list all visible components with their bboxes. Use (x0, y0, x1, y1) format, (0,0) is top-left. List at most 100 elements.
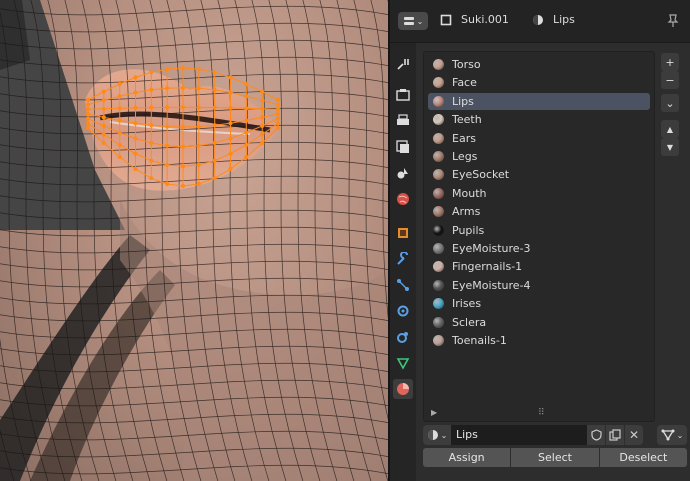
object-square-icon (398, 228, 408, 238)
resize-grip-icon[interactable]: ⠿ (538, 408, 546, 418)
material-slot-label: Teeth (452, 113, 482, 127)
tab-constraints[interactable] (393, 327, 413, 347)
add-slot-button[interactable]: + (661, 53, 679, 71)
mesh-data-icon (396, 358, 410, 370)
move-slot-up-button[interactable]: ▲ (661, 120, 679, 138)
material-slot-label: EyeSocket (452, 168, 510, 182)
mesh-link-icon (661, 429, 675, 441)
slot-action-row: Assign Select Deselect (423, 448, 687, 467)
material-slot-item[interactable]: Mouth (428, 185, 650, 202)
material-preview-icon (433, 77, 444, 89)
link-type-button[interactable]: ⌄ (657, 425, 687, 445)
material-icon (427, 430, 438, 440)
move-slot-down-button[interactable]: ▼ (661, 138, 679, 156)
unlink-material-button[interactable]: ✕ (625, 425, 643, 445)
material-slot-item[interactable]: Sclera (428, 314, 650, 331)
material-slot-item[interactable]: Ears (428, 130, 650, 147)
material-icon (397, 383, 409, 395)
editor-type-button[interactable]: ⌄ (398, 12, 428, 30)
material-slot-label: Face (452, 76, 477, 90)
material-slot-label: Pupils (452, 223, 485, 237)
deselect-button[interactable]: Deselect (599, 448, 687, 467)
arrow-up-icon: ▲ (666, 124, 674, 134)
browse-material-button[interactable]: ⌄ (423, 425, 451, 445)
material-slot-label: Toenails-1 (452, 334, 507, 347)
neck-shading (120, 200, 388, 481)
printer-icon (397, 114, 409, 125)
material-preview-icon (433, 206, 444, 218)
expand-triangle-icon[interactable]: ▶ (431, 408, 437, 417)
tab-data[interactable] (393, 353, 413, 373)
tab-particles[interactable] (393, 275, 413, 295)
tab-scene[interactable] (393, 163, 413, 183)
tab-render[interactable] (393, 85, 413, 105)
material-slot-item[interactable]: Fingernails-1 (428, 258, 650, 275)
tab-tool[interactable] (393, 54, 413, 74)
material-slot-item[interactable]: EyeMoisture-3 (428, 240, 650, 257)
tab-modifiers[interactable] (393, 249, 413, 269)
mesh-wireframe (0, 0, 388, 481)
material-slot-item[interactable]: Legs (428, 148, 650, 165)
material-slot-label: EyeMoisture-3 (452, 242, 531, 255)
material-slot-item[interactable]: Toenails-1 (428, 332, 650, 349)
material-preview-icon (433, 114, 444, 126)
material-breadcrumb-name: Lips (553, 13, 575, 26)
assign-button[interactable]: Assign (423, 448, 511, 467)
wrench-icon (397, 252, 408, 265)
material-slot-item[interactable]: Teeth (428, 111, 650, 128)
tab-physics[interactable] (393, 301, 413, 321)
material-slot-label: Mouth (452, 186, 487, 200)
shield-icon (590, 429, 602, 441)
material-slot-item[interactable]: Lips (428, 92, 650, 110)
tab-material[interactable] (393, 379, 413, 399)
material-datablock-row: ⌄ Lips ✕ ⌄ (423, 425, 689, 447)
tab-world[interactable] (393, 189, 413, 209)
material-preview-icon (433, 335, 444, 346)
material-icon (533, 14, 543, 25)
material-preview-icon (433, 316, 444, 328)
material-preview-icon (433, 169, 444, 181)
material-slot-item[interactable]: Irises (428, 295, 650, 312)
material-preview-icon (433, 224, 444, 236)
new-material-button[interactable] (606, 425, 624, 445)
material-slot-item[interactable]: Face (428, 74, 650, 91)
remove-slot-button[interactable]: − (661, 71, 679, 89)
material-slot-item[interactable]: Pupils (428, 222, 650, 239)
slot-specials-button[interactable]: ⌄ (661, 94, 679, 112)
material-preview-icon (433, 298, 444, 310)
material-preview-icon (433, 132, 444, 144)
tab-view-layer[interactable] (393, 137, 413, 157)
select-button[interactable]: Select (511, 448, 599, 467)
material-slot-label: Lips (452, 94, 474, 108)
3d-viewport[interactable] (0, 0, 388, 481)
properties-tabs (390, 43, 416, 481)
properties-editor-icon (403, 17, 414, 25)
material-slot-label: Sclera (452, 315, 487, 329)
material-name-field[interactable]: Lips (451, 425, 587, 445)
material-slot-item[interactable]: EyeMoisture-4 (428, 277, 650, 294)
material-slot-item[interactable]: Torso (428, 56, 650, 73)
tab-object[interactable] (393, 223, 413, 243)
pin-icon[interactable] (667, 14, 679, 28)
material-slot-item[interactable]: Arms (428, 203, 650, 220)
chevron-down-icon: ⌄ (440, 430, 448, 440)
wrench-screwdriver-icon (397, 59, 409, 70)
material-slot-item[interactable]: EyeSocket (428, 166, 650, 183)
material-slot-label: Ears (452, 131, 476, 145)
properties-editor: ⌄ Suki.001 Lips Torso Face Lips Teeth Ea… (390, 0, 690, 481)
tab-output[interactable] (393, 111, 413, 131)
object-name: Suki.001 (461, 13, 509, 26)
fake-user-button[interactable] (587, 425, 605, 445)
close-icon: ✕ (628, 428, 640, 442)
material-slot-list[interactable]: Torso Face Lips Teeth Ears Legs EyeSocket Mouth… (423, 51, 655, 422)
camera-back-icon (396, 89, 410, 101)
object-square-icon (440, 14, 452, 25)
constraint-icon (397, 332, 408, 343)
material-slot-label: Fingernails-1 (452, 260, 523, 274)
breadcrumb-object: Suki.001 (440, 13, 509, 26)
plus-icon: + (665, 55, 675, 69)
material-preview-icon (433, 59, 444, 70)
particles-icon (397, 279, 409, 291)
world-icon (397, 193, 409, 205)
material-panel: Torso Face Lips Teeth Ears Legs EyeSocket Mouth… (416, 43, 690, 481)
